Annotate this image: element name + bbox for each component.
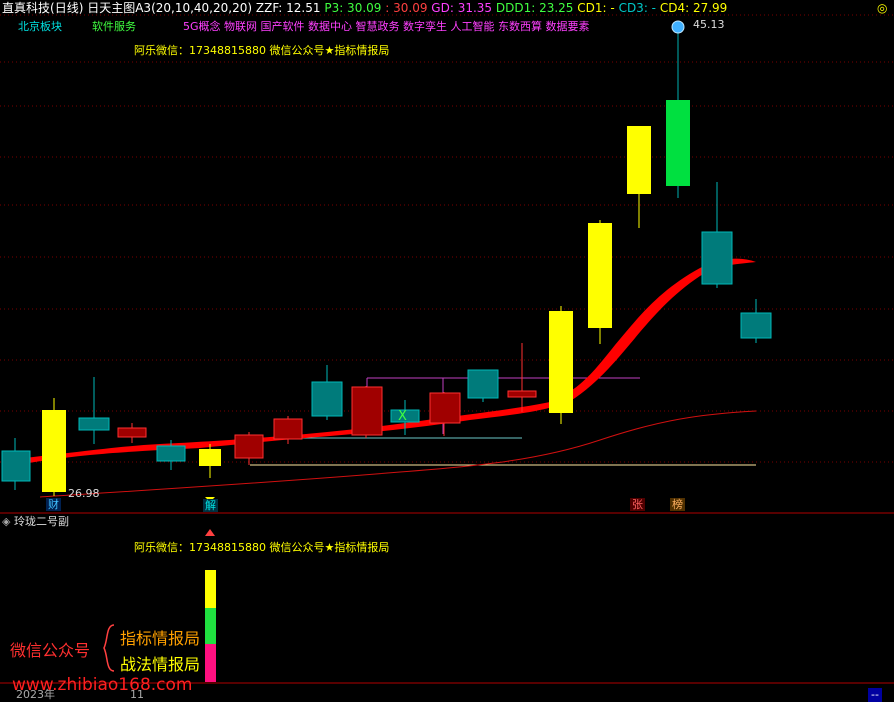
candle-yellow-5	[627, 126, 651, 228]
contact-line-sub: 阿乐微信：17348815880 微信公众号★指标情报局	[134, 541, 390, 554]
kline-chart: X	[0, 14, 894, 684]
watermark-right-bottom: 战法情报局	[120, 655, 201, 674]
badge-cai[interactable]: 财	[46, 498, 61, 511]
candle-yellow-2	[199, 444, 221, 478]
sector-tag-2[interactable]: 软件服务	[92, 20, 136, 34]
dash-value: : 30.09	[385, 1, 428, 15]
p3-value: P3: 30.09	[324, 1, 382, 15]
footer-year: 2023年	[16, 688, 55, 701]
zzf-value: ZZF: 12.51	[255, 1, 321, 15]
ddd1-value: DDD1: 23.25	[495, 1, 574, 15]
sector-tag-1[interactable]: 北京板块	[18, 20, 62, 34]
settings-icon[interactable]: ◎	[877, 0, 887, 16]
dropdown-icon[interactable]: ◈	[2, 515, 14, 528]
candle-green-top	[666, 27, 690, 198]
gd-value: GD: 31.35	[431, 1, 493, 15]
candle-yellow-3	[549, 306, 573, 424]
footer-mark: 11	[130, 688, 144, 701]
low-price-label: 26.98	[68, 487, 100, 500]
badge-bang[interactable]: 榜	[670, 498, 685, 511]
watermark-left: 微信公众号	[10, 641, 91, 660]
sub-panel-title[interactable]: ◈ 玲珑二号副	[2, 515, 69, 529]
contact-line-main: 阿乐微信：17348815880 微信公众号★指标情报局	[134, 44, 390, 57]
sub-panel-name: 玲珑二号副	[13, 515, 69, 528]
svg-text:X: X	[398, 409, 407, 424]
badge-zhang[interactable]: 张	[630, 498, 645, 511]
high-price-label: 45.13	[693, 18, 725, 31]
candle-yellow-4	[588, 220, 612, 344]
cd1-value: CD1: -	[577, 1, 615, 15]
stock-name[interactable]: 直真科技	[2, 1, 50, 15]
header-bar: 直真科技(日线) 日天主图A3(20,10,40,20,20) ZZF: 12.…	[2, 0, 727, 16]
concept-tags[interactable]: 5G概念 物联网 国产软件 数据中心 智慧政务 数字孪生 人工智能 东数西算 数…	[183, 20, 590, 34]
cd3-value: CD3: -	[618, 1, 657, 15]
footer-corner-button[interactable]: --	[868, 688, 882, 702]
candle-yellow-1	[42, 398, 66, 496]
indicator-name[interactable]: 日天主图A3(20,10,40,20,20)	[87, 1, 252, 15]
watermark-right-top: 指标情报局	[120, 629, 201, 648]
badge-jie[interactable]: 解	[203, 499, 218, 512]
cd4-value: CD4: 27.99	[659, 1, 728, 15]
period-label[interactable]: (日线)	[50, 1, 83, 15]
